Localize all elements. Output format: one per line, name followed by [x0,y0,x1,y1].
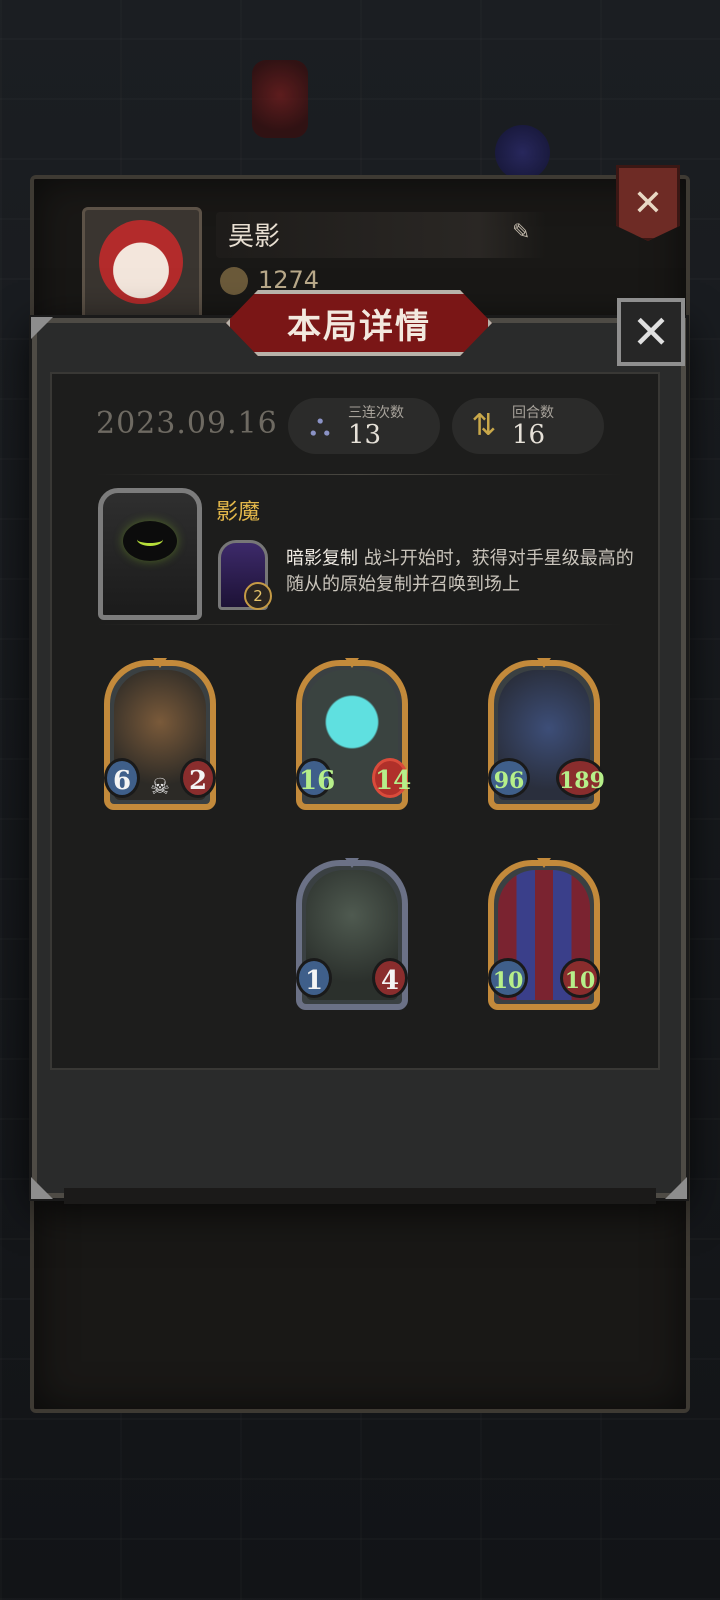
minion-card[interactable]: 10 10 [488,858,600,1010]
minion-attack: 16 [296,758,335,798]
profile-close-button[interactable]: ✕ [616,165,680,241]
minion-attack: 6 [104,758,140,798]
modal-bottom-shadow [64,1188,656,1204]
match-date: 2023.09.16 [96,406,278,441]
triple-merge-icon: ⛬ [309,408,331,443]
turn-count-stat: ⇅ 回合数 16 [452,398,604,454]
card-gem [537,858,551,868]
hero-name: 影魔 [216,500,261,525]
hero-power-level: 2 [244,582,272,610]
stat-label: 回合数 [512,405,554,421]
avatar-image [99,220,183,304]
modal-title-plate: 本局详情 [226,290,492,356]
hero-power-name: 暗影复制 [286,548,358,569]
modal-close-button[interactable]: ✕ [617,298,685,366]
trophy-icon [220,267,248,295]
minion-health: 2 [180,758,216,798]
minion-card[interactable]: 96 189 [488,658,605,810]
stat-value: 13 [348,420,382,450]
minion-health: 14 [372,758,411,798]
pencil-icon[interactable]: ✎ [512,220,536,245]
score-value: 1274 [258,266,320,294]
hero-power-description: 暗影复制 战斗开始时，获得对手星级最高的随从的原始复制并召唤到场上 [286,546,636,598]
divider [96,624,622,625]
minion-card[interactable]: 16 14 [296,658,411,810]
deathrattle-skull-icon: ☠ [150,775,170,800]
minion-card[interactable]: 1 4 [296,858,408,1010]
minion-attack: 10 [488,958,528,998]
modal-title: 本局详情 [287,306,431,347]
corner-ornament [31,1177,53,1199]
card-gem [345,658,359,668]
card-gem [537,658,551,668]
bottle-decoration [495,125,550,180]
minion-attack: 96 [488,758,530,798]
corner-ornament [31,317,53,339]
close-icon: ✕ [631,305,671,359]
stat-value: 16 [512,420,546,450]
corner-ornament [665,1177,687,1199]
player-name: 昊影 [228,222,281,252]
minion-card[interactable]: 6 ☠ 2 [104,658,216,810]
hero-portrait[interactable] [98,488,202,620]
minion-attack: 1 [296,958,332,998]
card-gem [345,858,359,868]
turn-cycle-icon: ⇅ [471,408,497,443]
triple-count-stat: ⛬ 三连次数 13 [288,398,440,454]
minion-health: 10 [560,958,600,998]
minion-health: 4 [372,958,408,998]
divider [96,474,622,475]
stat-label: 三连次数 [348,405,404,421]
player-avatar [82,207,202,321]
hero-eyes [137,533,163,546]
lantern-decoration [252,60,308,138]
minion-health: 189 [556,758,605,798]
card-gem [153,658,167,668]
